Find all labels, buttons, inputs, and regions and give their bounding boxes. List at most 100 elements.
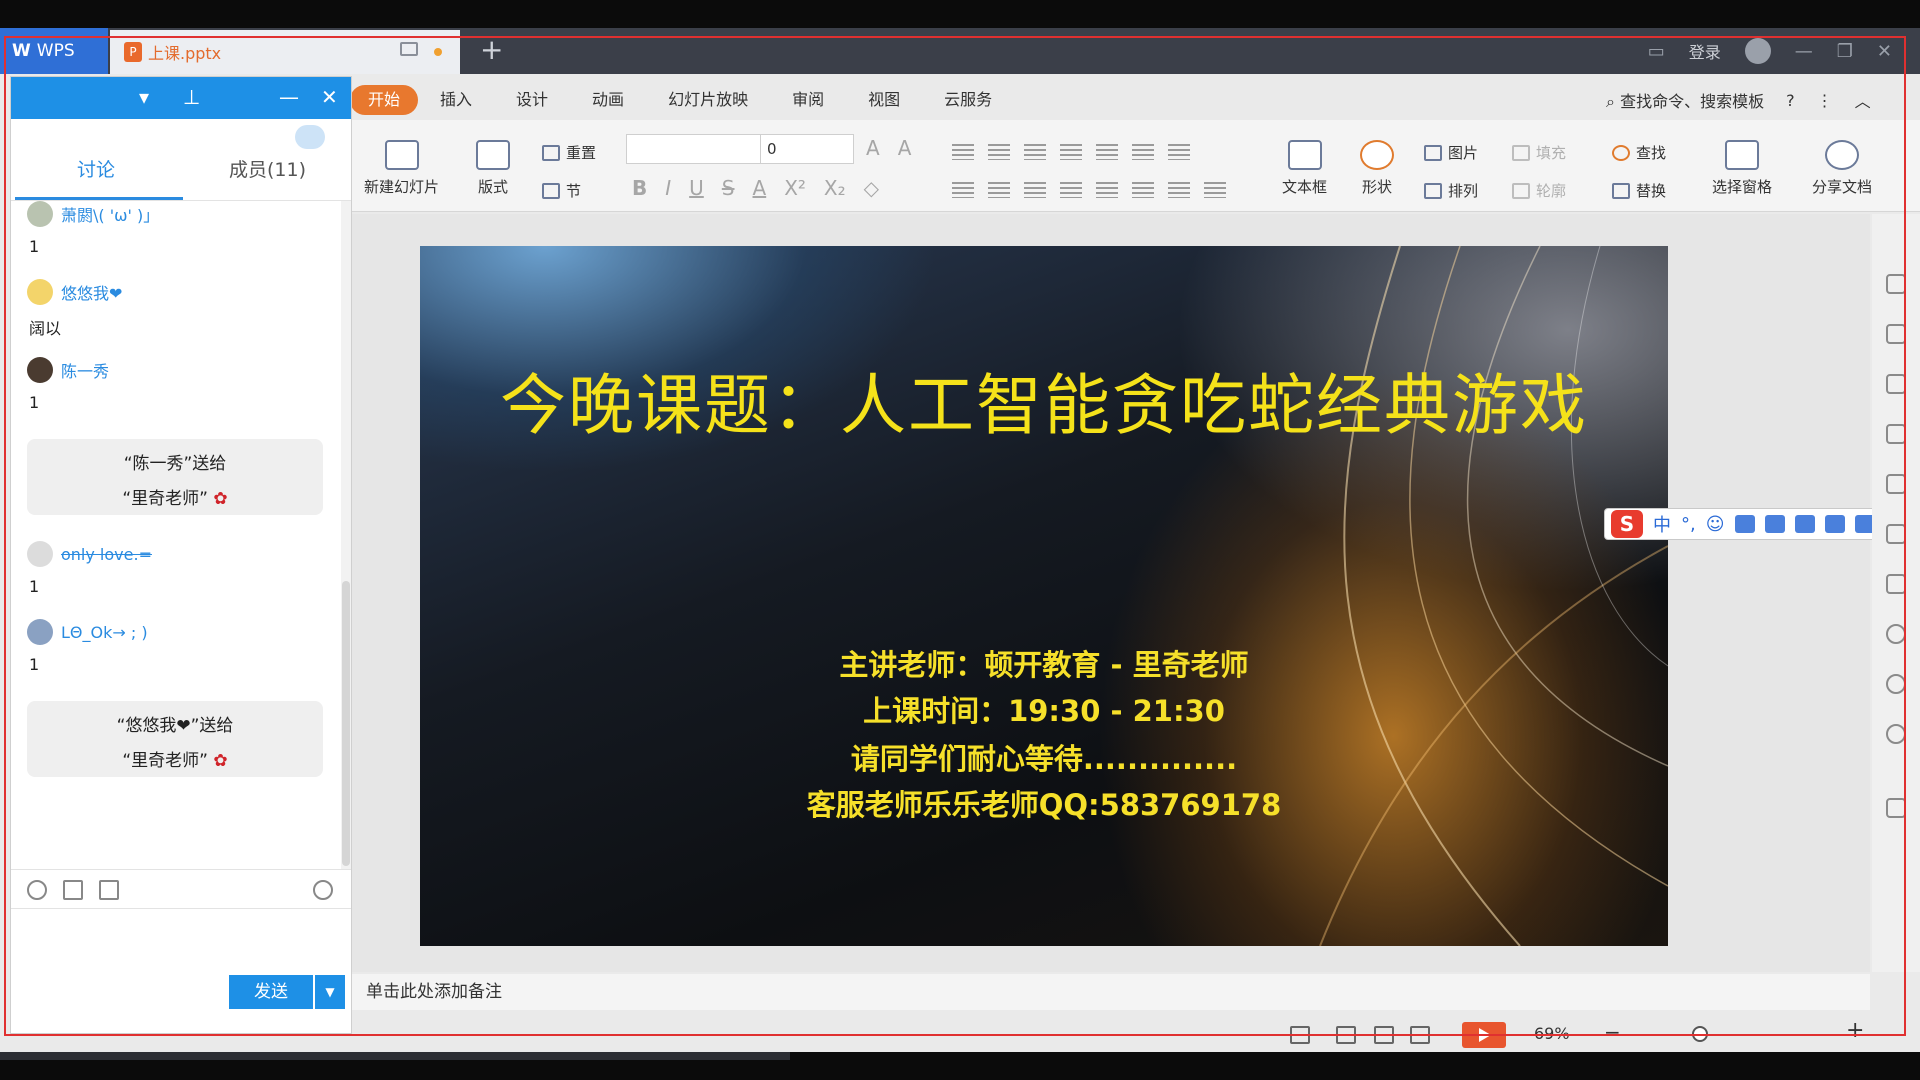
pin-icon[interactable] [1886, 274, 1906, 294]
tab-members[interactable]: 成员(11) [229, 155, 306, 182]
sender-name[interactable]: 悠悠我❤ [61, 280, 122, 304]
spacing-before-icon[interactable] [1132, 182, 1154, 198]
layout-button[interactable]: 版式 [476, 140, 510, 197]
slide-teacher-line[interactable]: 主讲老师：顿开教育 - 里奇老师 [420, 642, 1668, 684]
font-grow-icon[interactable]: A [866, 136, 880, 160]
fill-button[interactable]: 填充 [1512, 142, 1566, 163]
more-options-icon[interactable]: ⋮ [1817, 91, 1833, 110]
italic-icon[interactable]: I [665, 176, 671, 200]
archive-icon[interactable] [1886, 574, 1906, 594]
sender-name[interactable]: 陈一秀 [61, 358, 109, 382]
section-button[interactable]: 节 [542, 180, 581, 201]
user-icon[interactable] [1794, 515, 1815, 533]
pin-window-icon[interactable]: ⊥ [183, 85, 200, 109]
textbox-button[interactable]: 文本框 [1282, 140, 1327, 197]
slide-wait-line[interactable]: 请同学们耐心等待.............. [420, 736, 1668, 778]
sogou-logo-icon[interactable]: S [1611, 510, 1643, 538]
slide-time-line[interactable]: 上课时间：19:30 - 21:30 [420, 688, 1668, 730]
favorites-icon[interactable] [1886, 524, 1906, 544]
font-size-select[interactable]: 0 [760, 134, 854, 164]
underline-icon[interactable]: U [689, 176, 704, 200]
superscript-icon[interactable]: X² [784, 176, 806, 200]
send-options-chevron-icon[interactable]: ▼ [315, 975, 345, 1009]
chat-input[interactable] [15, 913, 345, 969]
document-tab[interactable]: P 上课.pptx [110, 30, 460, 74]
notes-toggle-icon[interactable] [1290, 1026, 1310, 1044]
zoom-level[interactable]: 69% [1534, 1024, 1570, 1043]
scrollbar-thumb[interactable] [342, 581, 350, 866]
notes-pane[interactable]: 单击此处添加备注 [350, 974, 1870, 1010]
avatar[interactable] [27, 279, 53, 305]
minimize-icon[interactable]: — [1795, 41, 1813, 62]
outline-button[interactable]: 轮廓 [1512, 180, 1566, 201]
history-icon[interactable] [1886, 674, 1906, 694]
spacing-more-icon[interactable] [1204, 182, 1226, 198]
font-color-icon[interactable]: A [753, 176, 767, 200]
avatar[interactable] [27, 201, 53, 227]
sender-name[interactable]: only love.= [61, 545, 152, 564]
sidebar-toggle-icon[interactable]: ▭ [1648, 41, 1665, 62]
reset-button[interactable]: 重置 [542, 142, 596, 163]
tab-animation[interactable]: 动画 [570, 85, 646, 115]
chevron-down-icon[interactable]: ▾ [139, 85, 149, 109]
numbered-list-icon[interactable] [988, 144, 1010, 160]
settings-gear-icon[interactable] [313, 880, 333, 900]
tab-view[interactable]: 视图 [846, 85, 922, 115]
slide-title[interactable]: 今晚课题：人工智能贪吃蛇经典游戏 [420, 352, 1668, 448]
skin-icon[interactable] [1824, 515, 1845, 533]
command-search[interactable]: ⌕ 查找命令、搜索模板 [1606, 88, 1764, 112]
message-scrollbar[interactable] [341, 201, 351, 869]
restore-icon[interactable]: ❐ [1837, 41, 1853, 62]
send-button[interactable]: 发送 [229, 975, 313, 1009]
user-avatar[interactable] [1744, 38, 1771, 64]
shape-button[interactable]: 形状 [1360, 140, 1394, 197]
ime-mode-toggle[interactable]: 中 [1653, 511, 1671, 537]
bold-icon[interactable]: B [632, 176, 647, 200]
share-button[interactable]: 分享文档 [1812, 140, 1872, 197]
text-direction-icon[interactable] [1132, 144, 1154, 160]
avatar[interactable] [27, 541, 53, 567]
spacing-after-icon[interactable] [1168, 182, 1190, 198]
font-family-select[interactable] [626, 134, 762, 164]
avatar[interactable] [27, 357, 53, 383]
sender-name[interactable]: 萧閼\( 'ω' )」 [61, 202, 159, 226]
emoji-picker-icon[interactable] [27, 880, 47, 900]
font-shrink-icon[interactable]: A [898, 136, 912, 160]
play-slideshow-button[interactable] [1462, 1022, 1506, 1048]
punctuation-icon[interactable]: °, [1681, 514, 1696, 535]
tab-home[interactable]: 开始 [350, 85, 419, 115]
arrange-button[interactable]: 排列 [1424, 180, 1478, 201]
help-side-icon[interactable] [1886, 724, 1906, 744]
normal-view-icon[interactable] [1336, 1026, 1356, 1044]
grid-icon[interactable] [1886, 798, 1906, 818]
sender-name[interactable]: LΘ_Ok→ ; ) [61, 623, 148, 642]
picture-button[interactable]: 图片 [1424, 142, 1478, 163]
shapes-pane-icon[interactable] [1886, 374, 1906, 394]
properties-pane-icon[interactable] [1886, 424, 1906, 444]
emoji-icon[interactable]: ☺ [1706, 514, 1725, 535]
subscript-icon[interactable]: X₂ [824, 176, 846, 200]
slide-contact-line[interactable]: 客服老师乐乐老师QQ:583769178 [420, 782, 1668, 824]
wps-home-tab[interactable]: W WPS [0, 28, 108, 74]
selection-pane-button[interactable]: 选择窗格 [1712, 140, 1772, 197]
zoom-in-icon[interactable]: + [1846, 1018, 1864, 1043]
tab-discussion[interactable]: 讨论 [77, 155, 115, 182]
copy-pane-icon[interactable] [1886, 474, 1906, 494]
new-tab-button[interactable]: + [480, 34, 503, 66]
new-slide-button[interactable]: 新建幻灯片 [364, 140, 439, 197]
tab-design[interactable]: 设计 [494, 85, 570, 115]
announcement-icon[interactable] [295, 125, 325, 149]
zoom-slider[interactable] [1636, 1034, 1836, 1036]
zoom-slider-handle[interactable] [1692, 1026, 1708, 1042]
zoom-out-icon[interactable]: − [1604, 1020, 1621, 1044]
decrease-indent-icon[interactable] [1024, 144, 1046, 160]
tab-review[interactable]: 审阅 [770, 85, 846, 115]
tab-insert[interactable]: 插入 [418, 85, 494, 115]
find-button[interactable]: 查找 [1612, 142, 1666, 163]
animation-pane-icon[interactable] [1886, 324, 1906, 344]
bullet-list-icon[interactable] [952, 144, 974, 160]
collapse-ribbon-icon[interactable]: ︿ [1855, 88, 1871, 112]
align-center-icon[interactable] [988, 182, 1010, 198]
image-icon[interactable] [99, 880, 119, 900]
tab-cloud[interactable]: 云服务 [922, 85, 1014, 115]
